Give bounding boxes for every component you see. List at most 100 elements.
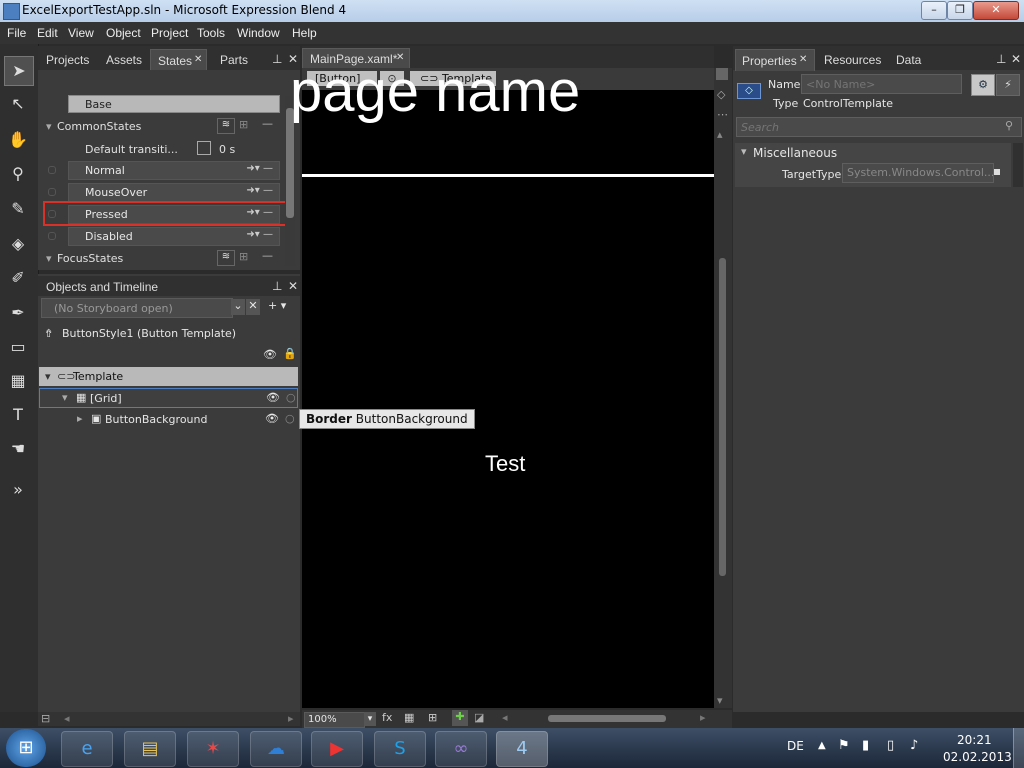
menu-file[interactable]: File [7, 26, 26, 40]
menu-view[interactable]: View [68, 26, 94, 40]
action-center-icon[interactable]: ⚑ [838, 738, 850, 753]
lock-icon[interactable]: 🔒 [283, 347, 297, 360]
volume-icon[interactable]: ♪ [910, 738, 918, 753]
expand-arrow-icon[interactable]: ▾ [46, 252, 52, 265]
transition-effect-icon[interactable]: ≋ [217, 250, 235, 266]
tab-parts[interactable]: Parts [220, 53, 248, 67]
visibility-icon[interactable]: 👁 [266, 391, 280, 404]
expand-arrow-icon[interactable]: ▸ [77, 412, 83, 425]
file-explorer-icon[interactable]: ▤ [124, 731, 176, 767]
close-panel-icon[interactable]: ✕ [1011, 52, 1021, 66]
snap-lines-icon[interactable]: ✚ [452, 710, 468, 726]
transition-effect-icon[interactable]: ≋ [217, 118, 235, 134]
add-transition-icon[interactable]: ➜▾ — [246, 229, 273, 240]
expand-arrow-icon[interactable]: ▾ [741, 145, 747, 158]
network-icon[interactable]: ▮ [862, 738, 869, 753]
scroll-up-icon[interactable]: ▴ [717, 128, 723, 141]
properties-view-icon[interactable]: ⚙ [971, 74, 995, 96]
cloud-icon[interactable]: ☁ [250, 731, 302, 767]
state-mouseover[interactable]: MouseOver ➜▾ — [68, 183, 280, 202]
tab-data[interactable]: Data [896, 53, 921, 67]
expression-blend-icon[interactable]: 4 [496, 731, 548, 767]
tree-item-template[interactable]: ▾ ⊂⊃ Template [39, 367, 298, 386]
menu-window[interactable]: Window [237, 26, 280, 40]
visibility-icon[interactable]: 👁 [263, 348, 277, 361]
minimize-button[interactable]: – [921, 1, 947, 20]
menu-object[interactable]: Object [106, 26, 141, 40]
expand-arrow-icon[interactable]: ▾ [62, 391, 68, 404]
remove-group-icon[interactable]: — [262, 117, 273, 130]
visual-studio-icon[interactable]: ∞ [435, 731, 487, 767]
maximize-button[interactable]: ❐ [947, 1, 973, 20]
close-panel-icon[interactable]: ✕ [288, 279, 298, 293]
scroll-down-icon[interactable]: ▾ [717, 694, 723, 707]
storyboard-picker[interactable]: (No Storyboard open) [41, 298, 233, 318]
pin-icon[interactable]: ⊥ [272, 279, 282, 293]
menu-edit[interactable]: Edit [37, 26, 58, 40]
state-disabled[interactable]: Disabled ➜▾ — [68, 227, 280, 246]
pin-icon[interactable]: ⊥ [272, 52, 282, 66]
tab-resources[interactable]: Resources [824, 53, 881, 67]
direct-selection-icon[interactable]: ↖ [4, 90, 32, 118]
tab-states[interactable]: States ✕ [150, 49, 207, 70]
lock-dot-icon[interactable]: ○ [285, 412, 295, 425]
pan-icon[interactable]: ✋ [4, 126, 32, 154]
events-view-icon[interactable]: ⚡ [996, 74, 1020, 96]
control-icon[interactable]: ☚ [4, 435, 32, 463]
scroll-left-icon[interactable]: ◂ [64, 712, 70, 725]
properties-scrollbar[interactable] [1013, 143, 1023, 187]
targettype-field[interactable]: System.Windows.Control... [842, 163, 994, 183]
button-content-text[interactable]: Test [485, 451, 525, 477]
pin-icon[interactable]: ⊥ [996, 52, 1006, 66]
zoom-icon[interactable]: ⚲ [4, 160, 32, 188]
visibility-icon[interactable]: 👁 [265, 412, 279, 425]
timeline-icon[interactable]: ⊟ [41, 712, 50, 725]
advanced-options-icon[interactable] [994, 169, 1000, 175]
pen-icon[interactable]: ✒ [4, 299, 32, 327]
app-launcher-icon[interactable]: ✶ [187, 731, 239, 767]
rectangle-icon[interactable]: ▭ [4, 333, 32, 361]
search-input[interactable] [736, 117, 1022, 137]
effects-icon[interactable]: fx [382, 711, 392, 724]
tab-properties-close-icon[interactable]: ✕ [799, 54, 807, 65]
base-state[interactable]: Base [68, 95, 280, 113]
menu-project[interactable]: Project [151, 26, 188, 40]
add-transition-icon[interactable]: ➜▾ — [246, 207, 273, 218]
expand-arrow-icon[interactable]: ▾ [46, 120, 52, 133]
menu-help[interactable]: Help [292, 26, 317, 40]
expand-arrow-icon[interactable]: ▾ [45, 370, 51, 383]
transition-duration[interactable]: 0 s [219, 143, 235, 156]
paint-bucket-icon[interactable]: ◈ [4, 230, 32, 258]
input-language[interactable]: DE [787, 739, 804, 753]
skype-icon[interactable]: S [374, 731, 426, 767]
hscroll-right-icon[interactable]: ▸ [700, 711, 706, 724]
state-pressed[interactable]: Pressed ➜▾ — [68, 205, 280, 224]
state-group-focus[interactable]: FocusStates [57, 252, 123, 265]
zoom-field[interactable]: 100% [304, 712, 365, 728]
close-storyboard-icon[interactable]: ✕ [246, 299, 260, 315]
youtube-icon[interactable]: ▶ [311, 731, 363, 767]
grid-icon[interactable]: ▦ [4, 367, 32, 395]
brush-icon[interactable]: ✐ [4, 264, 32, 292]
design-canvas[interactable]: page name Test [290, 59, 714, 708]
hscroll-left-icon[interactable]: ◂ [502, 711, 508, 724]
tray-expand-icon[interactable]: ▲ [818, 740, 826, 751]
add-transition-icon[interactable]: ⊞ [239, 118, 248, 131]
canvas-vscroll-thumb[interactable] [719, 258, 726, 576]
tab-projects[interactable]: Projects [46, 53, 89, 67]
category-label[interactable]: Miscellaneous [753, 146, 837, 160]
tab-properties[interactable]: Properties ✕ [735, 49, 815, 71]
menu-tools[interactable]: Tools [197, 26, 225, 40]
canvas-hscroll-thumb[interactable] [548, 715, 666, 722]
eyedropper-icon[interactable]: ✎ [4, 195, 32, 223]
scroll-right-icon[interactable]: ▸ [288, 712, 294, 725]
add-transition-icon[interactable]: ➜▾ — [246, 163, 273, 174]
design-view-icon[interactable] [716, 68, 728, 80]
snap-grid-icon[interactable]: ⊞ [428, 711, 437, 724]
grid-toggle-icon[interactable]: ▦ [404, 711, 414, 724]
tab-assets[interactable]: Assets [106, 53, 142, 67]
name-field[interactable] [801, 74, 962, 94]
more-assets-icon[interactable]: » [4, 476, 32, 504]
text-icon[interactable]: T [4, 401, 32, 429]
close-button[interactable]: ✕ [973, 1, 1019, 20]
